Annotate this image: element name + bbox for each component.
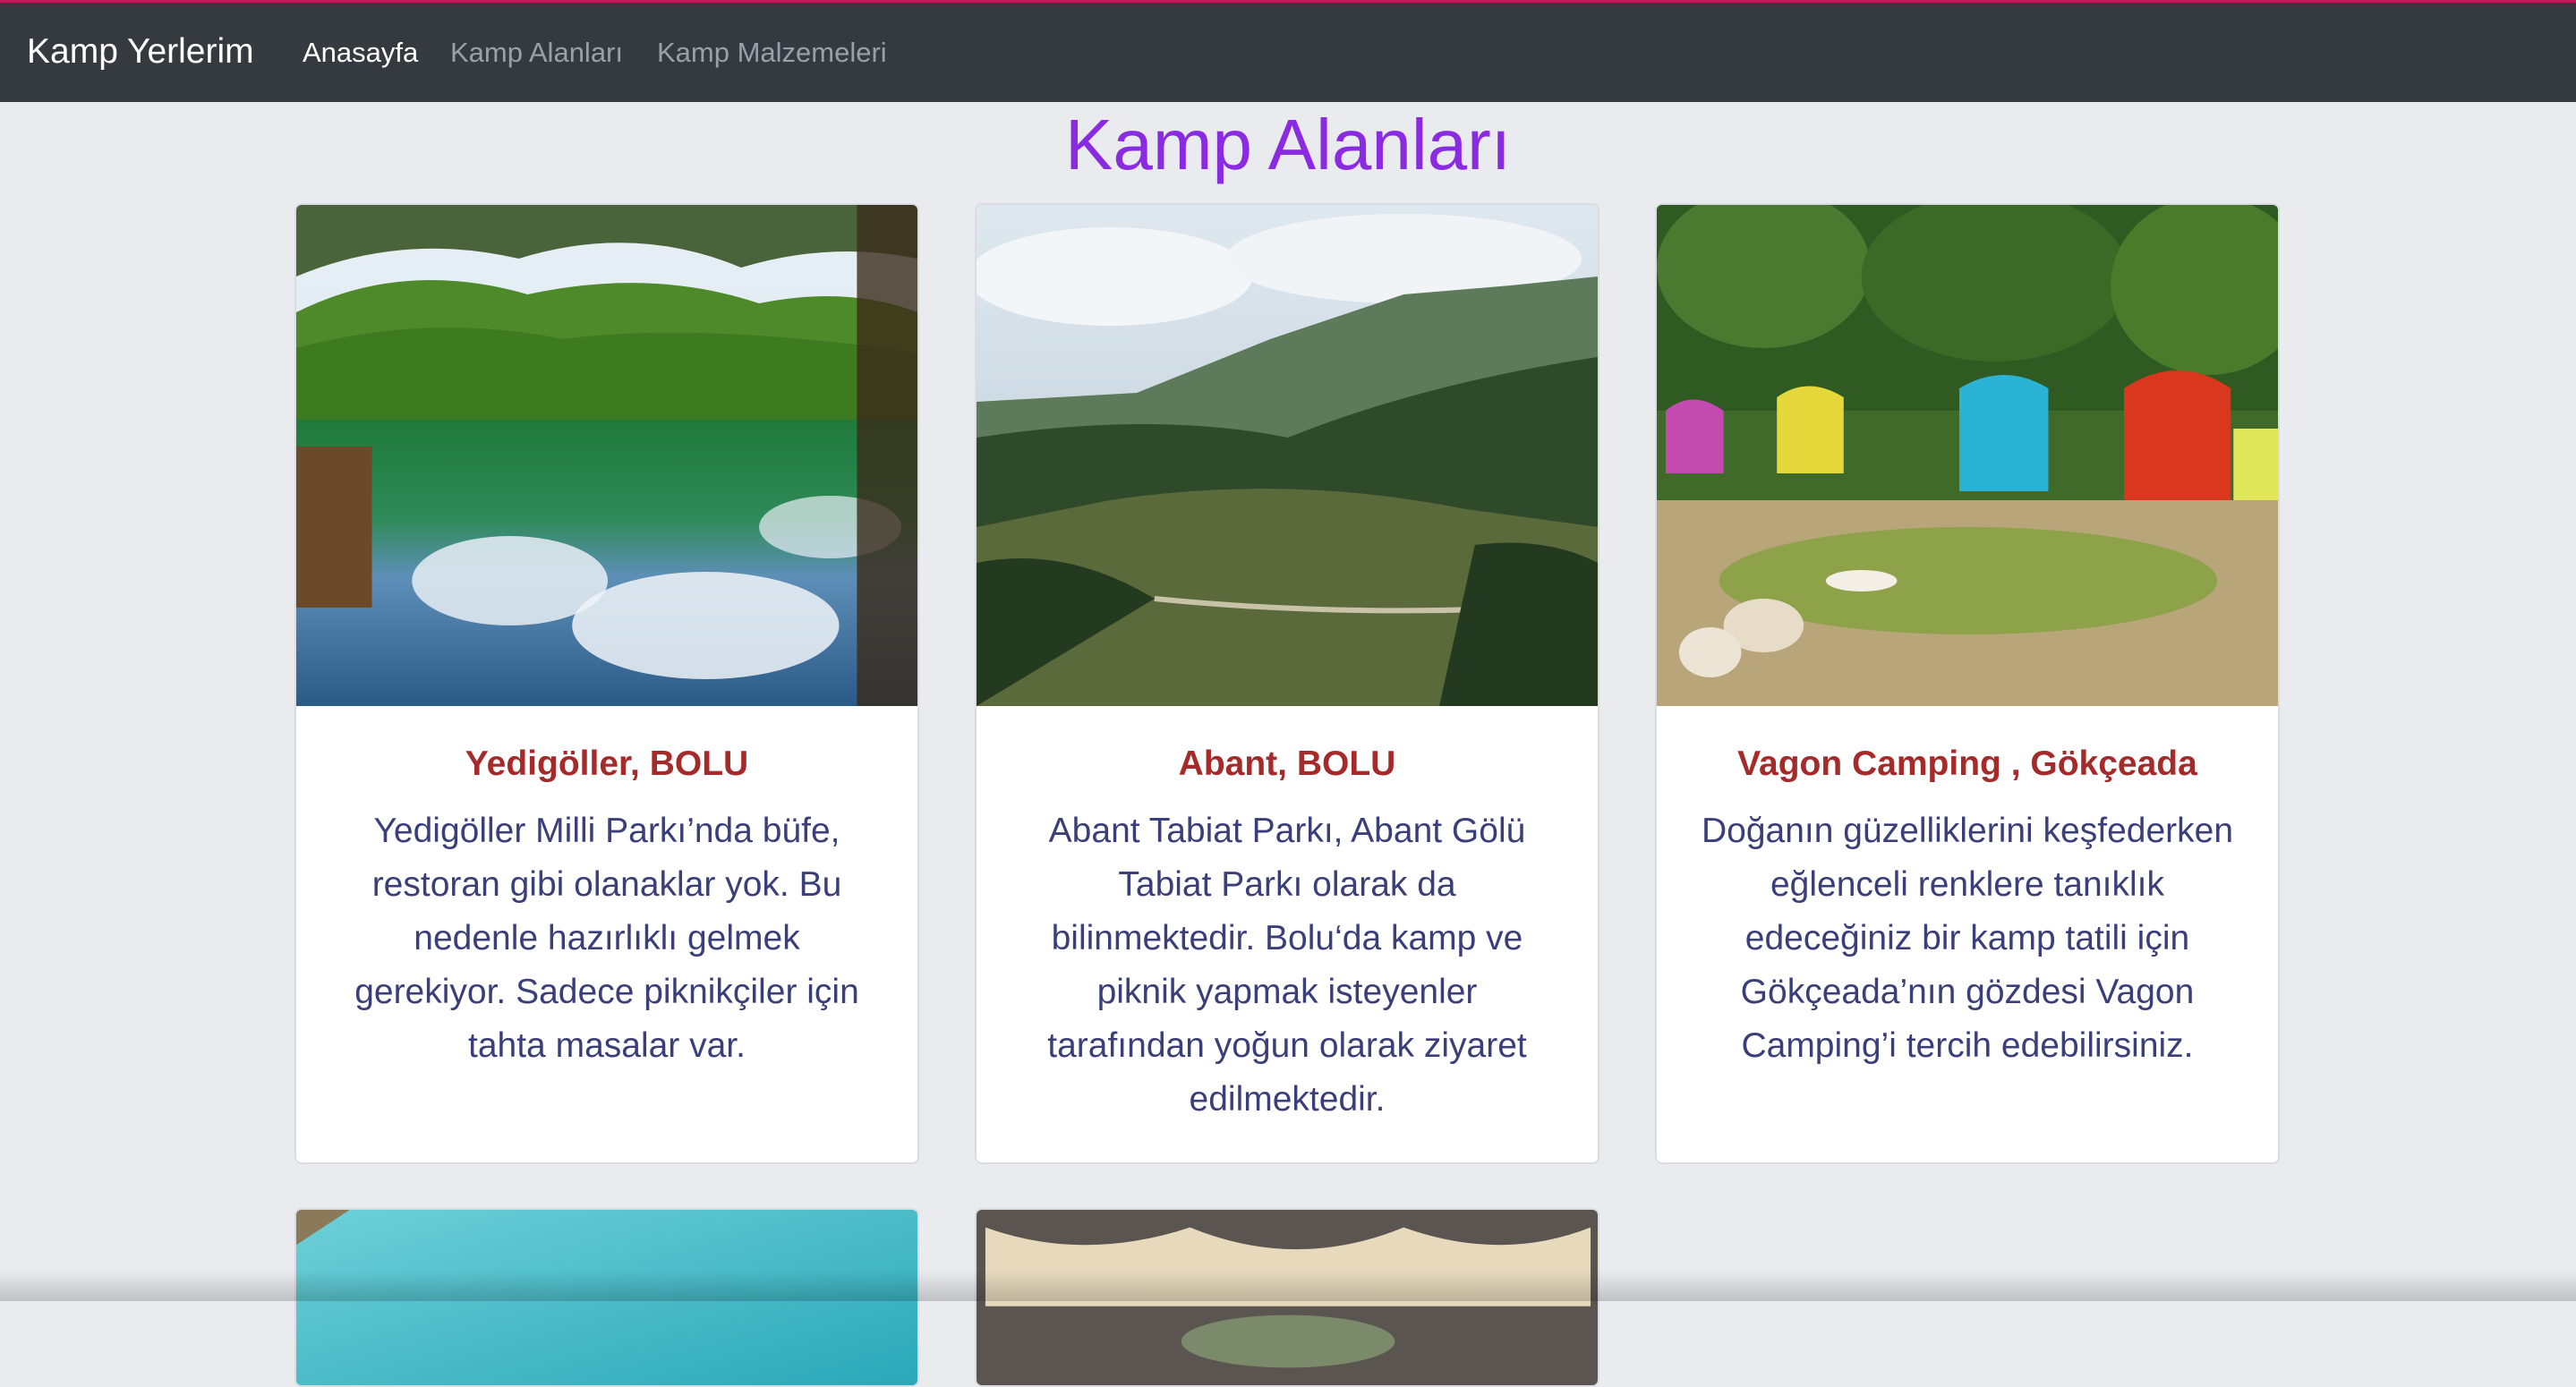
navbar-brand[interactable]: Kamp Yerlerim (27, 30, 254, 74)
card-title: Yedigöller, BOLU (465, 745, 749, 783)
mountain-valley-forest-photo (977, 205, 1598, 706)
card-description: Abant Tabiat Parkı, Abant Gölü Tabiat Pa… (1047, 812, 1527, 1119)
card-title: Vagon Camping , Gökçeada (1737, 745, 2197, 783)
nav-link-home[interactable]: Anasayfa (303, 35, 418, 71)
lake-forest-reflection-photo (296, 205, 917, 706)
card-description: Doğanın güzelliklerini keşfederken eğlen… (1702, 812, 2234, 1065)
nav-link-camp-sites[interactable]: Kamp Alanları (450, 35, 623, 71)
top-navbar: Kamp Yerlerim Anasayfa Kamp Alanları Kam… (0, 0, 2576, 102)
colorful-wagon-huts-photo (1657, 205, 2278, 706)
camp-card-yedigoller: Yedigöller, BOLU Yedigöller Milli Parkı’… (294, 203, 919, 1164)
card-title: Abant, BOLU (1178, 745, 1396, 783)
nav-link-camp-gear[interactable]: Kamp Malzemeleri (657, 35, 887, 71)
camp-card-abant: Abant, BOLU Abant Tabiat Parkı, Abant Gö… (975, 203, 1599, 1164)
card-description: Yedigöller Milli Parkı’nda büfe, restora… (354, 812, 859, 1065)
page-title: Kamp Alanları (1064, 105, 1512, 184)
bottom-shadow (0, 1271, 2576, 1301)
camp-card-vagon-camping: Vagon Camping , Gökçeada Doğanın güzelli… (1655, 203, 2280, 1164)
